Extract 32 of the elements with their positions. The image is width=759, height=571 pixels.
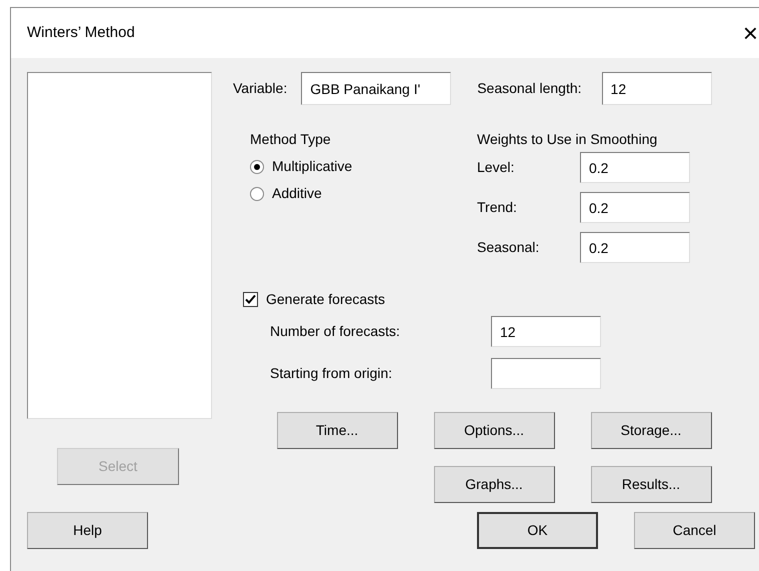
dialog-button[interactable]: Results... bbox=[590, 466, 712, 503]
starting-from-origin-label: Starting from origin: bbox=[270, 364, 394, 383]
variable-label: Variable: bbox=[233, 79, 288, 98]
radio-button[interactable] bbox=[250, 186, 264, 200]
dialog-button[interactable]: OK bbox=[477, 512, 598, 549]
weight-field[interactable]: 0.2 bbox=[580, 232, 690, 263]
weights-label: Weights to Use in Smoothing bbox=[477, 130, 658, 149]
weight-label: Trend: bbox=[477, 198, 518, 217]
window-title: Winters’ Method bbox=[27, 22, 135, 43]
dialog-button[interactable]: Help bbox=[27, 512, 148, 549]
method-type-label: Method Type bbox=[250, 130, 332, 149]
dialog-button[interactable]: Time... bbox=[276, 412, 398, 449]
generate-forecasts-label: Generate forecasts bbox=[266, 290, 386, 309]
option-label: Additive bbox=[272, 184, 322, 203]
weight-field[interactable]: 0.2 bbox=[580, 192, 690, 223]
variable-field[interactable]: GBB Panaikang I' bbox=[301, 72, 452, 105]
number-of-forecasts-field[interactable]: 12 bbox=[491, 316, 601, 347]
dialog-button[interactable]: Options... bbox=[434, 412, 555, 449]
generate-forecasts-checkbox[interactable] bbox=[243, 292, 258, 307]
weight-label: Seasonal: bbox=[477, 238, 540, 257]
option-label: Multiplicative bbox=[272, 157, 352, 176]
weight-label: Level: bbox=[477, 158, 516, 177]
seasonal-length-field[interactable]: 12 bbox=[602, 72, 712, 105]
radio-button[interactable] bbox=[250, 160, 264, 174]
dialog-button[interactable]: Graphs... bbox=[434, 466, 555, 503]
close-button[interactable]: × bbox=[738, 20, 759, 46]
number-of-forecasts-label: Number of forecasts: bbox=[270, 322, 401, 341]
starting-from-origin-field[interactable] bbox=[491, 358, 601, 389]
dialog-button[interactable]: Storage... bbox=[590, 412, 712, 449]
seasonal-length-label: Seasonal length: bbox=[477, 79, 582, 98]
dialog-button[interactable]: Cancel bbox=[634, 512, 755, 549]
weight-field[interactable]: 0.2 bbox=[580, 152, 690, 183]
